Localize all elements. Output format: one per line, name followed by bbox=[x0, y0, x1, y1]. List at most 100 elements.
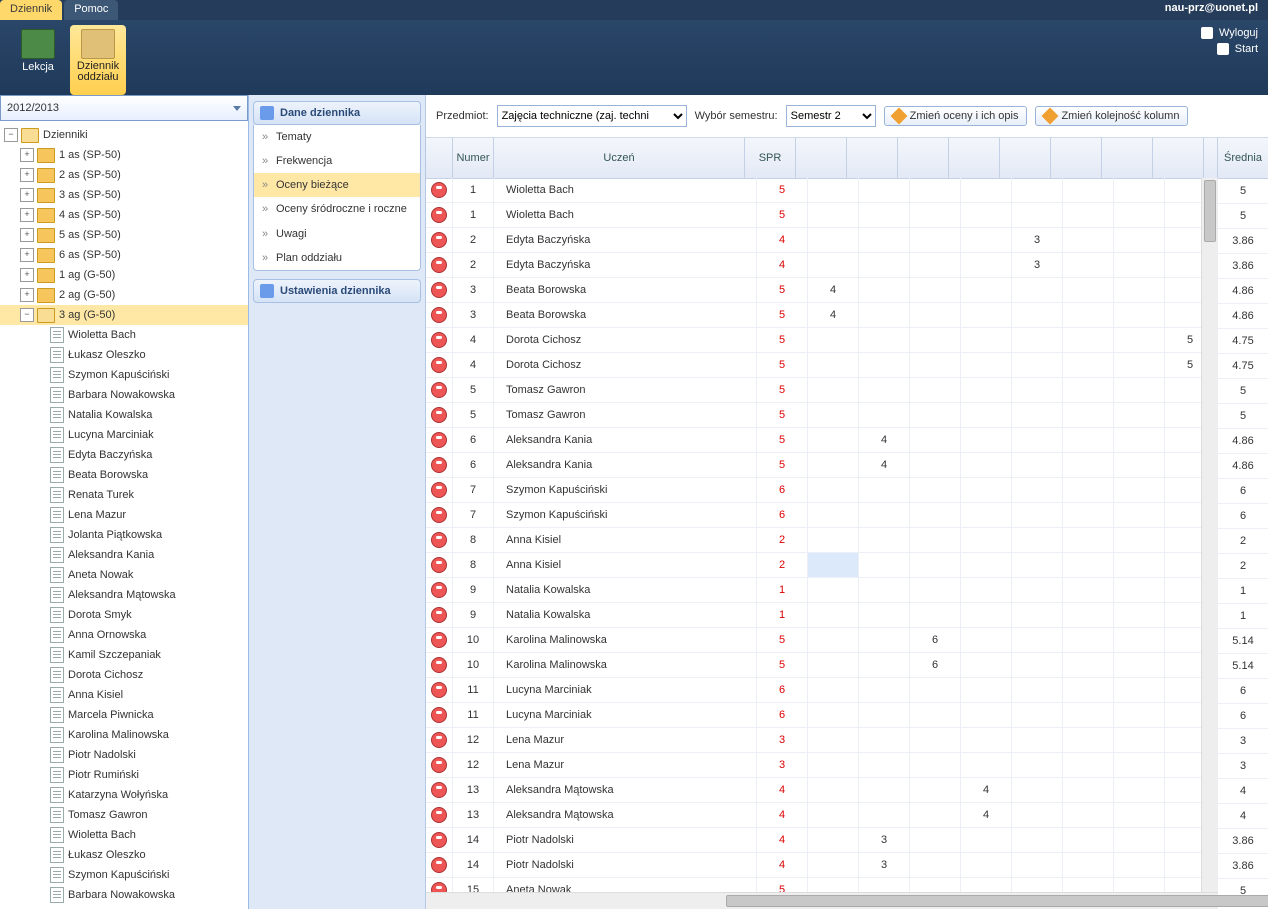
grade-cell[interactable] bbox=[1114, 228, 1165, 252]
grade-cell[interactable]: 6 bbox=[910, 653, 961, 677]
grade-cell[interactable] bbox=[1012, 778, 1063, 802]
logout-link[interactable]: Wyloguj bbox=[1201, 25, 1258, 41]
grade-cell[interactable] bbox=[910, 303, 961, 327]
table-row[interactable]: 12Lena Mazur3 bbox=[426, 728, 1218, 753]
grade-cell[interactable] bbox=[1114, 778, 1165, 802]
col-grade-5[interactable] bbox=[1000, 138, 1051, 178]
table-row[interactable]: 14Piotr Nadolski43 bbox=[426, 853, 1218, 878]
col-uczen[interactable]: Uczeń bbox=[494, 138, 745, 178]
table-row[interactable]: 9Natalia Kowalska1 bbox=[426, 578, 1218, 603]
tab-dziennik[interactable]: Dziennik bbox=[0, 0, 62, 20]
grade-cell[interactable] bbox=[961, 328, 1012, 352]
menu-item[interactable]: Oceny śródroczne i roczne bbox=[254, 197, 420, 222]
grade-cell[interactable] bbox=[961, 628, 1012, 652]
tree-student-item[interactable]: Piotr Nadolski bbox=[0, 745, 248, 765]
grade-cell[interactable] bbox=[961, 478, 1012, 502]
spr-cell[interactable]: 5 bbox=[757, 428, 808, 452]
grade-cell[interactable] bbox=[1012, 453, 1063, 477]
grade-cell[interactable] bbox=[961, 278, 1012, 302]
grade-cell[interactable] bbox=[1063, 178, 1114, 202]
grade-cell[interactable] bbox=[910, 203, 961, 227]
tree-student-item[interactable]: Łukasz Oleszko bbox=[0, 345, 248, 365]
spr-cell[interactable]: 5 bbox=[757, 628, 808, 652]
grade-cell[interactable] bbox=[961, 178, 1012, 202]
grade-cell[interactable] bbox=[1012, 378, 1063, 402]
grade-cell[interactable] bbox=[1012, 528, 1063, 552]
grade-cell[interactable] bbox=[808, 553, 859, 577]
grade-cell[interactable] bbox=[1063, 603, 1114, 627]
grade-cell[interactable] bbox=[910, 378, 961, 402]
tree-student-item[interactable]: Aleksandra Mątowska bbox=[0, 585, 248, 605]
grade-cell[interactable] bbox=[1114, 303, 1165, 327]
spr-cell[interactable]: 1 bbox=[757, 603, 808, 627]
grade-cell[interactable] bbox=[1114, 703, 1165, 727]
grade-cell[interactable] bbox=[961, 428, 1012, 452]
grade-cell[interactable] bbox=[1063, 528, 1114, 552]
grade-cell[interactable] bbox=[961, 753, 1012, 777]
grade-cell[interactable] bbox=[1012, 878, 1063, 893]
tree-student-item[interactable]: Jolanta Piątkowska bbox=[0, 525, 248, 545]
tree-student-item[interactable]: Lucyna Marciniak bbox=[0, 425, 248, 445]
grade-cell[interactable] bbox=[961, 228, 1012, 252]
grade-cell[interactable] bbox=[859, 328, 910, 352]
grade-cell[interactable] bbox=[1063, 678, 1114, 702]
spr-cell[interactable]: 4 bbox=[757, 853, 808, 877]
table-row[interactable]: 6Aleksandra Kania54 bbox=[426, 428, 1218, 453]
grade-cell[interactable] bbox=[910, 778, 961, 802]
spr-cell[interactable]: 5 bbox=[757, 453, 808, 477]
grade-cell[interactable] bbox=[1114, 553, 1165, 577]
menu-item[interactable]: Frekwencja bbox=[254, 149, 420, 173]
grade-cell[interactable] bbox=[1114, 728, 1165, 752]
tree-student-item[interactable]: Renata Turek bbox=[0, 485, 248, 505]
grade-cell[interactable] bbox=[1012, 653, 1063, 677]
grade-cell[interactable] bbox=[910, 278, 961, 302]
grade-cell[interactable] bbox=[1063, 653, 1114, 677]
grade-cell[interactable] bbox=[1063, 303, 1114, 327]
tree-student-item[interactable]: Marcela Piwnicka bbox=[0, 705, 248, 725]
grade-cell[interactable] bbox=[1063, 203, 1114, 227]
grade-cell[interactable] bbox=[1114, 828, 1165, 852]
table-row[interactable]: 2Edyta Baczyńska43 bbox=[426, 253, 1218, 278]
school-year-select[interactable]: 2012/2013 bbox=[0, 95, 248, 121]
grade-cell[interactable] bbox=[961, 678, 1012, 702]
tree-class-selected[interactable]: − 3 ag (G-50) bbox=[0, 305, 248, 325]
grade-cell[interactable] bbox=[910, 878, 961, 893]
grade-cell[interactable] bbox=[1063, 428, 1114, 452]
grade-cell[interactable] bbox=[961, 653, 1012, 677]
grade-cell[interactable] bbox=[910, 678, 961, 702]
grade-cell[interactable] bbox=[1114, 528, 1165, 552]
menu-item[interactable]: Plan oddziału bbox=[254, 246, 420, 270]
grade-cell[interactable] bbox=[808, 803, 859, 827]
grade-cell[interactable] bbox=[961, 878, 1012, 893]
spr-cell[interactable]: 3 bbox=[757, 728, 808, 752]
grade-cell[interactable] bbox=[859, 253, 910, 277]
grade-cell[interactable] bbox=[1063, 228, 1114, 252]
grade-cell[interactable] bbox=[910, 578, 961, 602]
grade-cell[interactable] bbox=[1012, 478, 1063, 502]
tree-student-item[interactable]: Anna Kisiel bbox=[0, 685, 248, 705]
grade-cell[interactable] bbox=[1063, 553, 1114, 577]
col-spr[interactable]: SPR bbox=[745, 138, 796, 178]
grade-cell[interactable] bbox=[910, 403, 961, 427]
grade-cell[interactable]: 4 bbox=[859, 428, 910, 452]
grade-cell[interactable] bbox=[1063, 878, 1114, 893]
spr-cell[interactable]: 4 bbox=[757, 778, 808, 802]
spr-cell[interactable]: 2 bbox=[757, 553, 808, 577]
tree-student-item[interactable]: Piotr Rumiński bbox=[0, 765, 248, 785]
vertical-scrollbar[interactable] bbox=[1201, 178, 1218, 893]
grade-cell[interactable] bbox=[1012, 703, 1063, 727]
grade-cell[interactable] bbox=[910, 328, 961, 352]
grade-cell[interactable] bbox=[808, 228, 859, 252]
tree-student-item[interactable]: Anna Ornowska bbox=[0, 625, 248, 645]
table-row[interactable]: 2Edyta Baczyńska43 bbox=[426, 228, 1218, 253]
grade-cell[interactable] bbox=[859, 728, 910, 752]
zmien-kolumny-button[interactable]: Zmień kolejność kolumn bbox=[1035, 106, 1188, 126]
grade-cell[interactable] bbox=[808, 878, 859, 893]
grade-cell[interactable] bbox=[1114, 353, 1165, 377]
expand-icon[interactable]: + bbox=[20, 268, 34, 282]
grade-cell[interactable] bbox=[1012, 728, 1063, 752]
tree-student-item[interactable]: Szymon Kapuściński bbox=[0, 365, 248, 385]
grade-cell[interactable] bbox=[1114, 853, 1165, 877]
grade-cell[interactable] bbox=[1063, 778, 1114, 802]
grade-cell[interactable] bbox=[808, 428, 859, 452]
